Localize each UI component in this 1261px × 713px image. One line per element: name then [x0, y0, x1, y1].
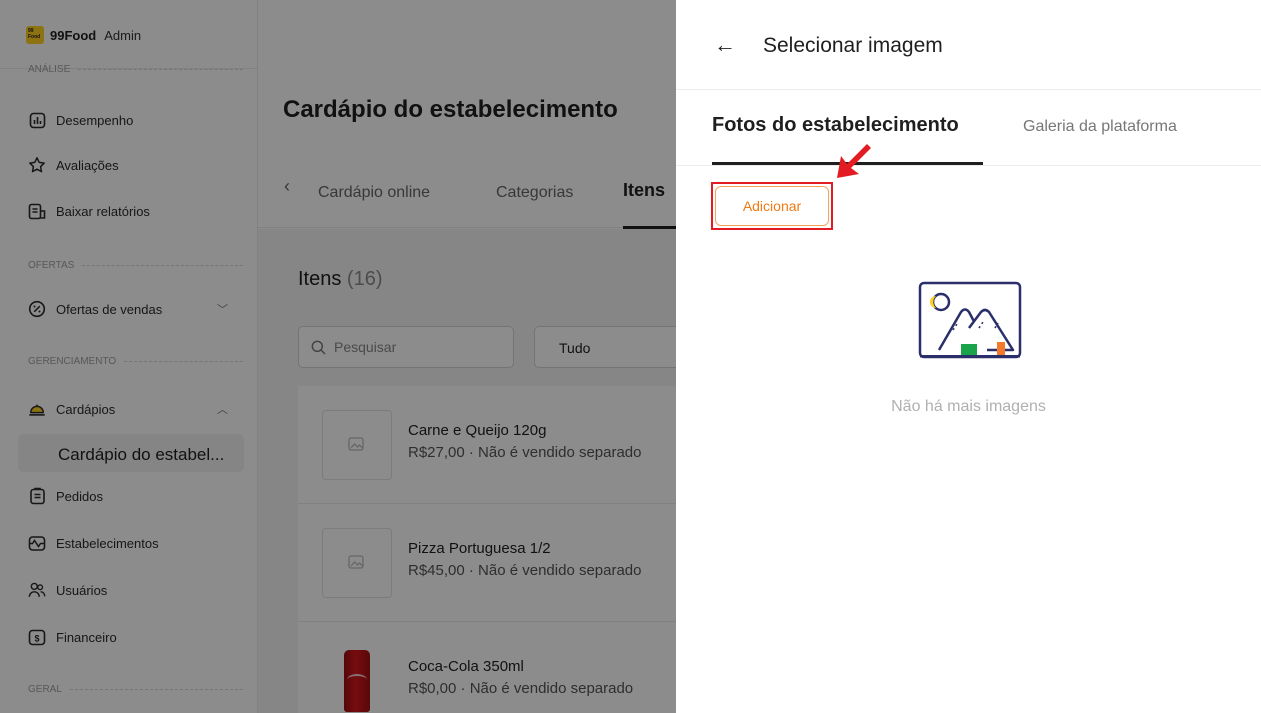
select-image-drawer: ← Selecionar imagem Fotos do estabelecim… — [676, 0, 1261, 713]
annotation-arrow-icon — [837, 144, 871, 178]
tab-galeria-da-plataforma[interactable]: Galeria da plataforma — [1023, 118, 1177, 136]
empty-state-text: Não há mais imagens — [891, 398, 1046, 415]
back-arrow-icon[interactable]: ← — [714, 32, 736, 58]
modal-overlay[interactable] — [0, 0, 676, 713]
empty-gallery-icon — [918, 281, 1022, 359]
drawer-header: ← Selecionar imagem — [676, 0, 1261, 90]
drawer-tabs: Fotos do estabelecimento Galeria da plat… — [676, 90, 1261, 166]
annotation-highlight-box — [711, 182, 833, 230]
tab-fotos-do-estabelecimento[interactable]: Fotos do estabelecimento — [712, 114, 959, 137]
drawer-title: Selecionar imagem — [763, 34, 943, 57]
